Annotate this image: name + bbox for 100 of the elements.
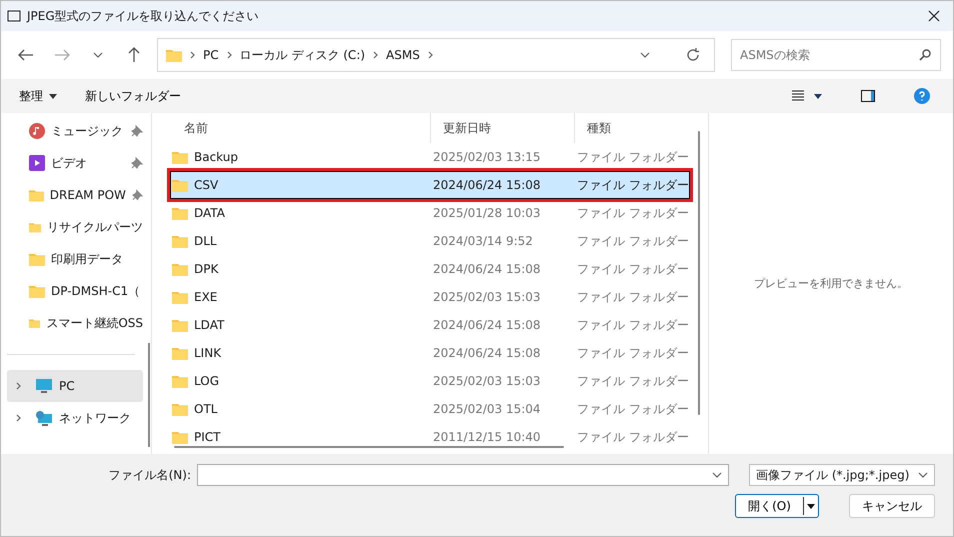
sidebar-item[interactable]: DP-DMSH-C1（ [7,275,143,307]
file-name: OTL [171,402,431,416]
folder-icon [29,284,45,298]
file-name: DATA [171,206,431,220]
dropdown-icon[interactable] [640,52,650,58]
folder-icon [172,150,188,164]
sidebar-item[interactable]: DREAM POW [7,179,143,211]
file-row[interactable]: DATA 2025/01/28 10:03 ファイル フォルダー [170,199,690,227]
scrollbar-thumb[interactable] [698,131,700,415]
chevron-down-icon [93,52,103,58]
breadcrumb[interactable]: ローカル ディスク (C:) [240,46,366,64]
network-monitor-icon [35,410,53,426]
file-row[interactable]: OTL 2025/02/03 15:04 ファイル フォルダー [170,395,690,423]
sidebar-item[interactable]: PC [7,370,143,402]
pin-icon [131,125,143,137]
caret-icon [807,504,815,508]
file-row[interactable]: Backup 2025/02/03 13:15 ファイル フォルダー [170,143,690,171]
window-icon [7,10,21,22]
monitor-icon [35,378,53,394]
scrollbar-thumb[interactable] [174,446,564,448]
cancel-button[interactable]: キャンセル [849,494,935,518]
file-row[interactable]: CSV 2024/06/24 15:08 ファイル フォルダー [170,171,690,199]
file-type-dropdown[interactable]: 画像ファイル (*.jpg;*.jpeg) [749,464,935,486]
chevron-icon[interactable] [16,382,20,390]
sidebar-item[interactable]: スマート継続OSS [7,307,143,339]
modified-date: 2011/12/15 10:40 [432,430,542,444]
film-icon [29,155,45,171]
left-arrow-icon [18,49,34,61]
file-row[interactable]: DLL 2024/03/14 9:52 ファイル フォルダー [170,227,690,255]
pin-icon [131,157,143,169]
folder-icon [166,48,182,62]
sidebar-item[interactable]: ネットワーク [7,402,143,434]
sidebar-item[interactable]: リサイクルパーツ [7,211,143,243]
filename-field[interactable] [197,464,729,486]
modified-date: 2024/06/24 15:08 [432,318,542,332]
music-note-icon [29,123,45,139]
chevron-icon [373,51,378,59]
file-type: ファイル フォルダー [576,372,689,390]
file-name: PICT [171,430,431,444]
up-arrow-icon [128,47,140,63]
modified-date: 2024/06/24 15:08 [432,178,542,192]
file-type: ファイル フォルダー [576,148,689,166]
file-name: LINK [171,346,431,360]
file-type: ファイル フォルダー [576,176,689,194]
scrollbar-thumb[interactable] [148,343,150,447]
breadcrumb[interactable]: PC [203,48,219,62]
folder-icon [172,318,188,332]
pane-icon [861,90,875,102]
file-row[interactable]: LDAT 2024/06/24 15:08 ファイル フォルダー [170,311,690,339]
search-field[interactable]: ASMSの検索 [731,39,941,71]
modified-date: 2024/06/24 15:08 [432,346,542,360]
sidebar-item[interactable]: ミュージック [7,115,143,147]
file-row[interactable]: PICT 2011/12/15 10:40 ファイル フォルダー [170,423,690,451]
file-row[interactable]: EXE 2025/02/03 15:03 ファイル フォルダー [170,283,690,311]
file-name: CSV [171,178,431,192]
file-type: ファイル フォルダー [576,428,689,446]
modified-date: 2025/02/03 15:04 [432,402,542,416]
file-type: ファイル フォルダー [576,204,689,222]
file-name: Backup [171,150,431,164]
file-type: ファイル フォルダー [576,260,689,278]
chevron-icon [428,51,433,59]
sidebar-item[interactable]: ビデオ [7,147,143,179]
close-icon [927,9,941,23]
file-name: LDAT [171,318,431,332]
pin-icon [132,189,143,201]
organize-menu-button[interactable]: 整理 [19,88,57,104]
folder-icon [172,178,188,192]
open-button[interactable]: 開く(O) [735,494,819,518]
dropdown-icon[interactable] [712,472,722,478]
search-icon[interactable] [919,49,931,61]
folder-icon [172,262,188,276]
column-header[interactable]: 更新日時 [430,113,574,143]
folder-icon [172,402,188,416]
file-name: DLL [171,234,431,248]
refresh-icon[interactable] [686,48,700,62]
address-bar[interactable]: PC ローカル ディスク (C:) ASMS [157,38,715,72]
file-row[interactable]: LINK 2024/06/24 15:08 ファイル フォルダー [170,339,690,367]
sidebar-item[interactable]: 印刷用データ [7,243,143,275]
chevron-icon [226,51,232,59]
file-row[interactable]: LOG 2025/02/03 15:03 ファイル フォルダー [170,367,690,395]
new-folder-button[interactable]: 新しいフォルダー [85,88,181,104]
file-type: ファイル フォルダー [576,400,689,418]
modified-date: 2025/01/28 10:03 [432,206,542,220]
preview-message: プレビューを利用できません。 [754,276,908,291]
folder-icon [172,374,188,388]
file-name: EXE [171,290,431,304]
chevron-icon[interactable] [16,414,20,422]
modified-date: 2024/03/14 9:52 [432,234,534,248]
list-view-icon [792,90,822,102]
breadcrumb[interactable]: ASMS [386,48,420,62]
chevron-down-icon [918,472,928,478]
file-name: LOG [171,374,431,388]
file-type: ファイル フォルダー [576,288,689,306]
caret-icon [49,94,57,98]
file-row[interactable]: DPK 2024/06/24 15:08 ファイル フォルダー [170,255,690,283]
column-header[interactable]: 名前 [170,113,430,143]
column-header[interactable]: 種類 [574,113,690,143]
help-icon [914,88,930,104]
right-arrow-icon [54,49,70,61]
modified-date: 2024/06/24 15:08 [432,262,542,276]
